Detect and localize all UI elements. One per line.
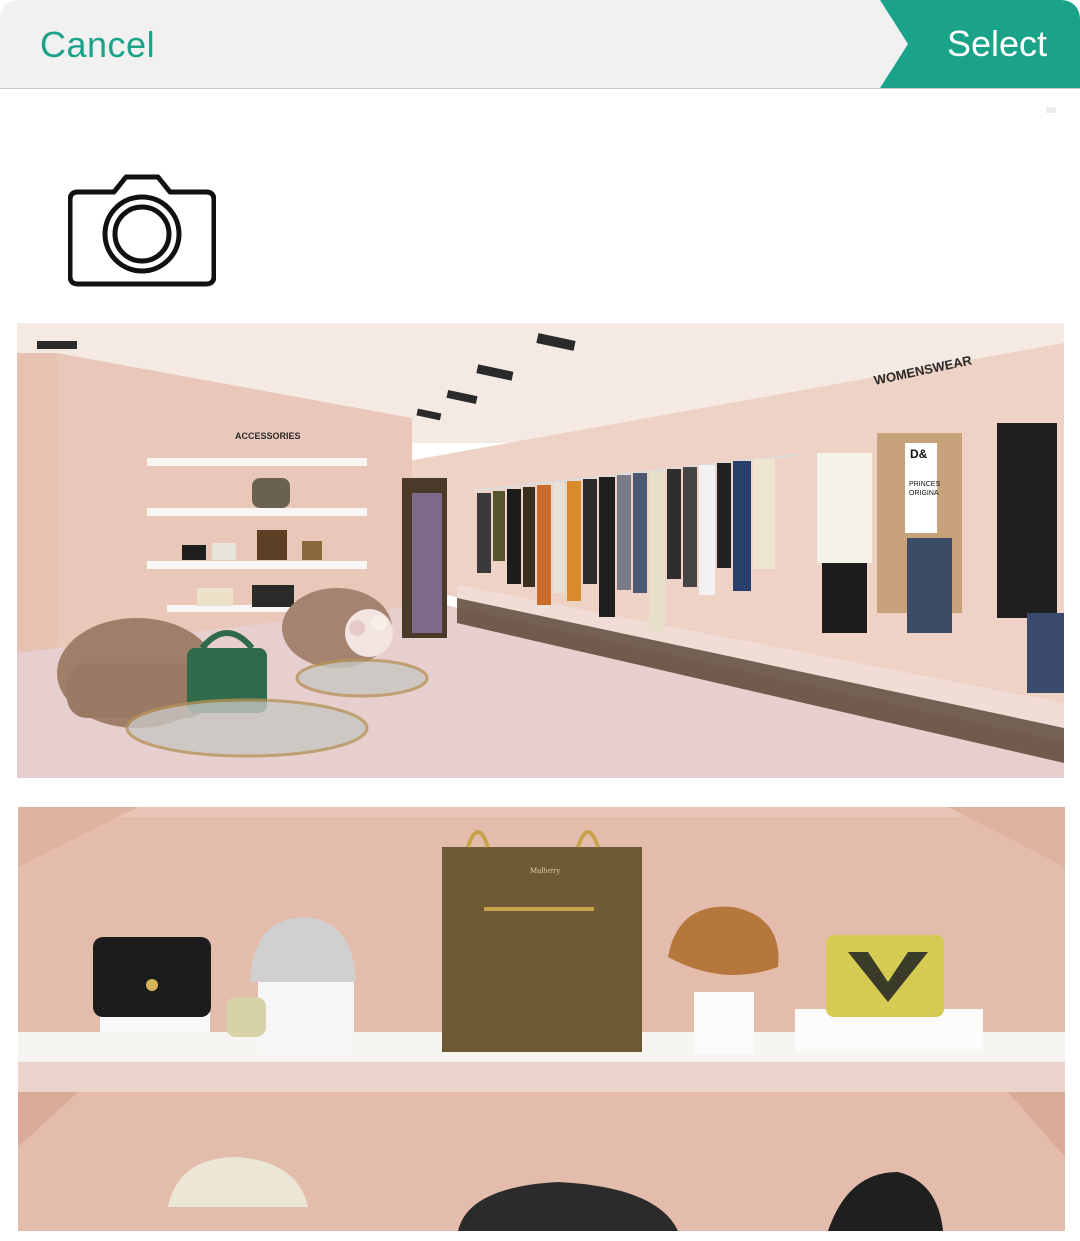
camera-icon[interactable]	[67, 172, 217, 288]
cancel-button[interactable]: Cancel	[40, 24, 155, 66]
top-bar: Cancel Select	[0, 0, 1080, 89]
accessories-sign: ACCESSORIES	[235, 431, 301, 441]
tshirt-text-2: PRINCES	[909, 481, 940, 488]
select-button[interactable]: Select	[880, 0, 1080, 88]
tshirt-text-3: ORIGINA	[909, 490, 939, 497]
tshirt-text-1: D&	[910, 447, 928, 461]
store-interior-photo[interactable]: ACCESSORIES WOMENSWEAR D& PRINCES ORIGIN…	[17, 323, 1064, 778]
mulberry-label: Mulberry	[530, 866, 560, 875]
footer-strip	[0, 1232, 1080, 1241]
corner-mark	[1046, 107, 1056, 113]
handbag-shelf-photo[interactable]: Mulberry	[18, 807, 1065, 1231]
